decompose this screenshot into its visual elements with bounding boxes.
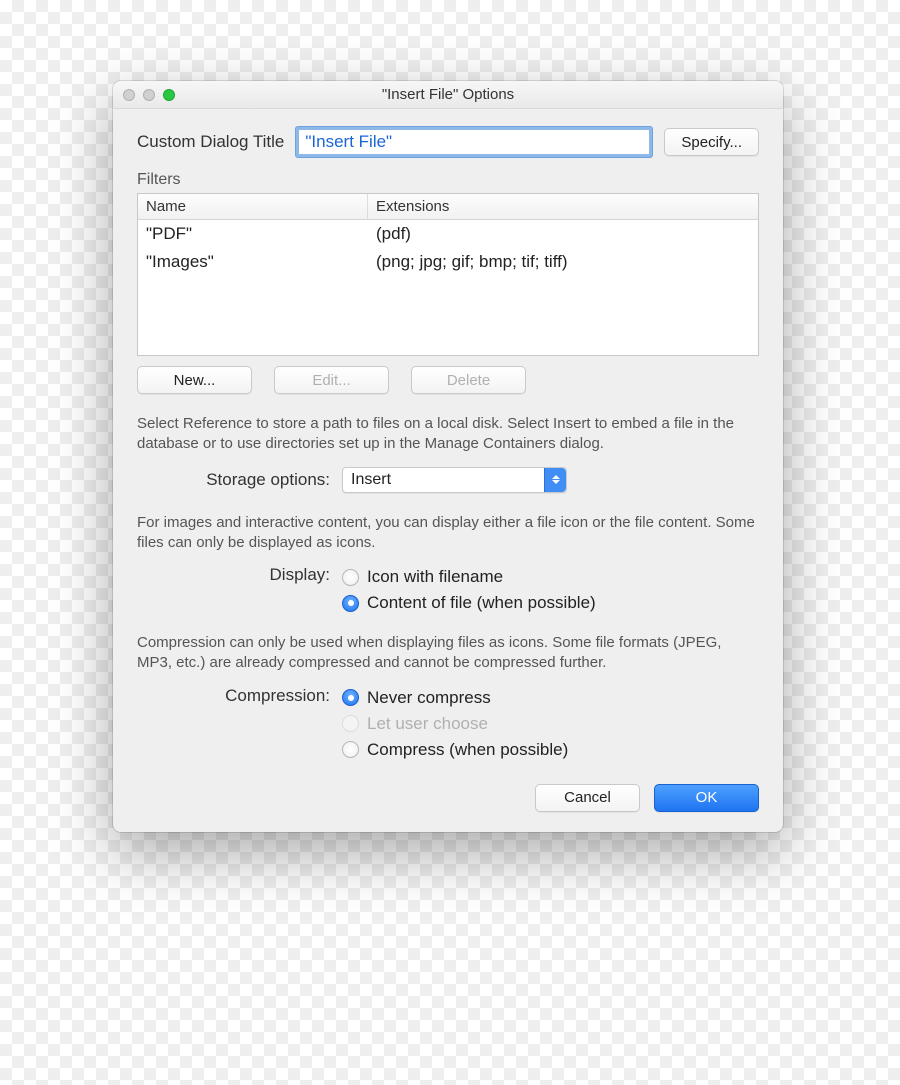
custom-title-label: Custom Dialog Title bbox=[137, 132, 284, 152]
storage-options-select[interactable]: Insert bbox=[342, 467, 567, 493]
new-filter-button[interactable]: New... bbox=[137, 366, 252, 394]
radio-label: Content of file (when possible) bbox=[367, 593, 596, 613]
display-content-radio[interactable]: Content of file (when possible) bbox=[342, 593, 596, 613]
traffic-lights bbox=[123, 89, 175, 101]
column-header-extensions[interactable]: Extensions bbox=[368, 194, 758, 219]
display-help-text: For images and interactive content, you … bbox=[137, 513, 759, 554]
custom-title-input[interactable] bbox=[296, 127, 652, 157]
filters-body[interactable]: "PDF" (pdf) "Images" (png; jpg; gif; bmp… bbox=[138, 220, 758, 355]
ok-button[interactable]: OK bbox=[654, 784, 759, 812]
compression-never-radio[interactable]: Never compress bbox=[342, 688, 568, 708]
specify-button[interactable]: Specify... bbox=[664, 128, 759, 156]
window-title: "Insert File" Options bbox=[113, 86, 783, 103]
radio-label: Icon with filename bbox=[367, 567, 503, 587]
filters-label: Filters bbox=[137, 171, 759, 189]
delete-filter-button: Delete bbox=[411, 366, 526, 394]
updown-icon bbox=[544, 468, 566, 492]
titlebar: "Insert File" Options bbox=[113, 81, 783, 109]
dialog-content: Custom Dialog Title Specify... Filters N… bbox=[113, 109, 783, 832]
cancel-button[interactable]: Cancel bbox=[535, 784, 640, 812]
storage-options-value: Insert bbox=[351, 471, 391, 489]
minimize-icon[interactable] bbox=[143, 89, 155, 101]
radio-label: Let user choose bbox=[367, 714, 488, 734]
radio-icon bbox=[342, 595, 359, 612]
radio-icon bbox=[342, 741, 359, 758]
filters-table: Name Extensions "PDF" (pdf) "Images" (pn… bbox=[137, 193, 759, 356]
zoom-icon[interactable] bbox=[163, 89, 175, 101]
compression-letuser-radio: Let user choose bbox=[342, 714, 568, 734]
compression-help-text: Compression can only be used when displa… bbox=[137, 633, 759, 674]
filter-name-cell: "Images" bbox=[138, 250, 368, 274]
edit-filter-button: Edit... bbox=[274, 366, 389, 394]
table-row[interactable]: "Images" (png; jpg; gif; bmp; tif; tiff) bbox=[138, 248, 758, 276]
compression-compress-radio[interactable]: Compress (when possible) bbox=[342, 740, 568, 760]
radio-icon bbox=[342, 715, 359, 732]
storage-options-label: Storage options: bbox=[137, 470, 342, 490]
compression-label: Compression: bbox=[137, 686, 342, 706]
radio-icon bbox=[342, 569, 359, 586]
display-label: Display: bbox=[137, 565, 342, 585]
close-icon[interactable] bbox=[123, 89, 135, 101]
filter-ext-cell: (png; jpg; gif; bmp; tif; tiff) bbox=[368, 250, 758, 274]
radio-label: Never compress bbox=[367, 688, 491, 708]
radio-icon bbox=[342, 689, 359, 706]
column-header-name[interactable]: Name bbox=[138, 194, 368, 219]
table-row[interactable]: "PDF" (pdf) bbox=[138, 220, 758, 248]
radio-label: Compress (when possible) bbox=[367, 740, 568, 760]
display-icon-radio[interactable]: Icon with filename bbox=[342, 567, 596, 587]
storage-help-text: Select Reference to store a path to file… bbox=[137, 414, 759, 455]
dialog-window: "Insert File" Options Custom Dialog Titl… bbox=[113, 81, 783, 832]
filter-ext-cell: (pdf) bbox=[368, 222, 758, 246]
filter-name-cell: "PDF" bbox=[138, 222, 368, 246]
